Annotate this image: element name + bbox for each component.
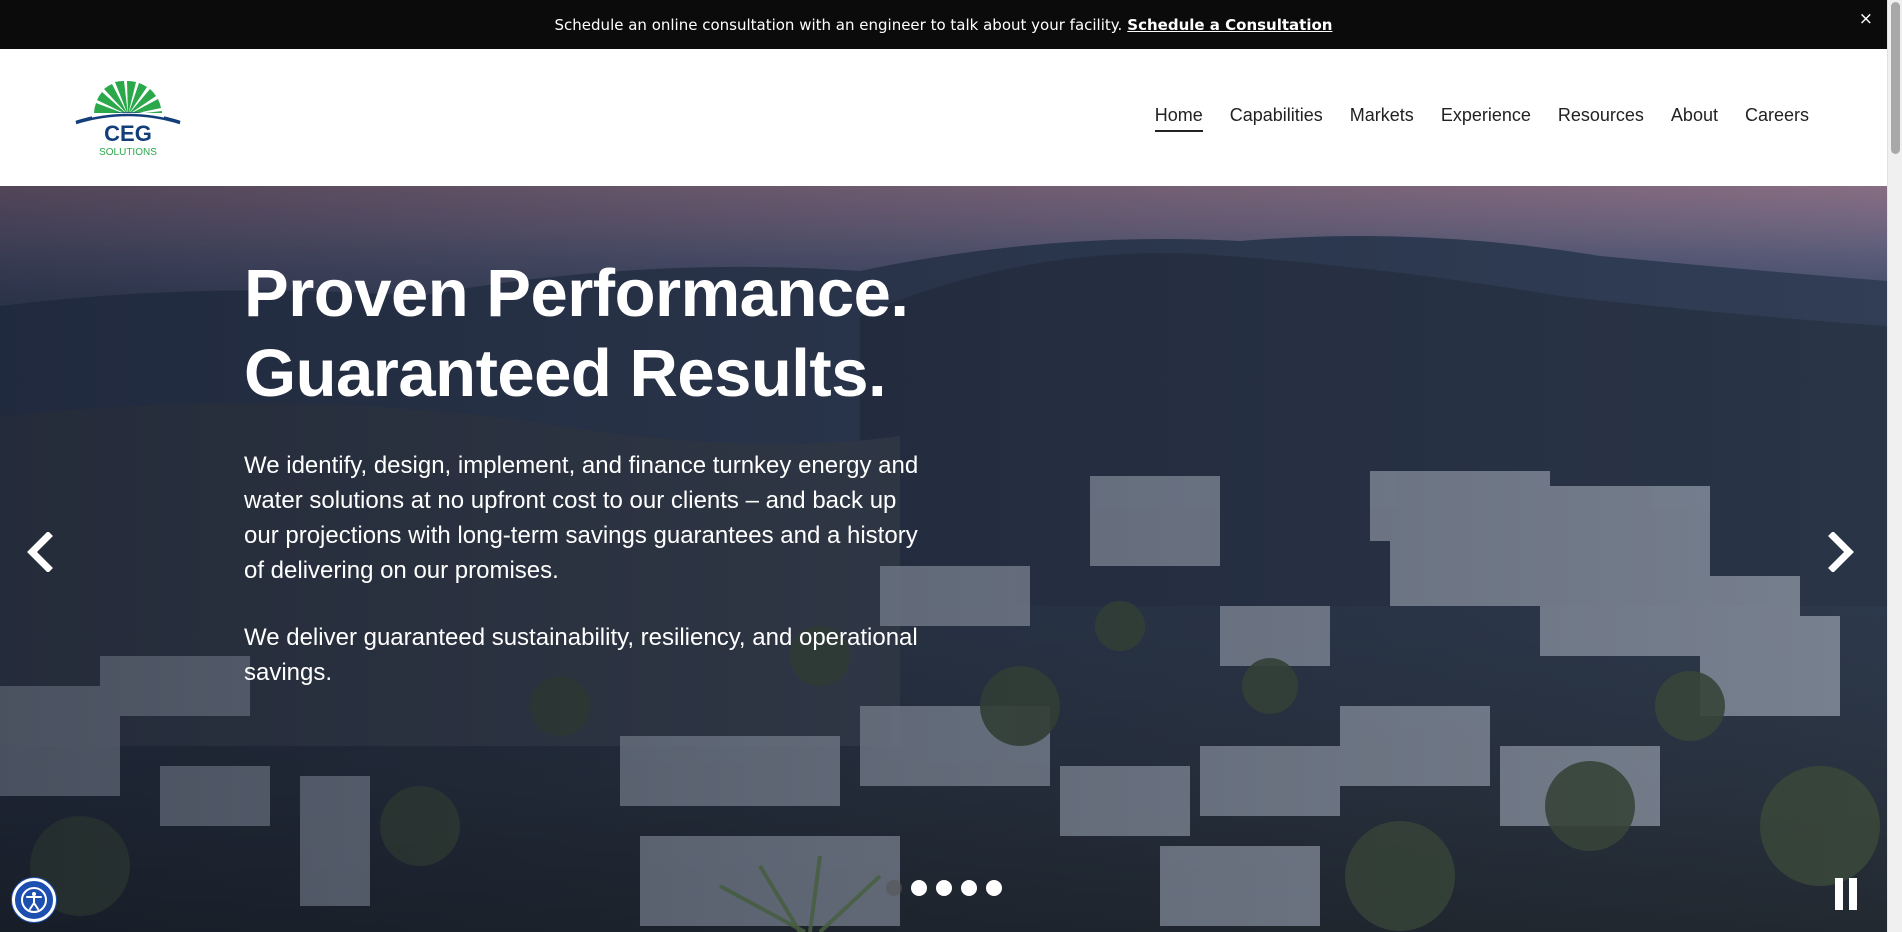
slide-dot-3[interactable] (936, 880, 952, 896)
nav-markets[interactable]: Markets (1350, 105, 1414, 132)
nav-capabilities[interactable]: Capabilities (1230, 105, 1323, 132)
close-announcement-button[interactable]: × (1859, 10, 1873, 28)
hero-title-line1: Proven Performance. (244, 256, 909, 331)
pause-icon[interactable] (1835, 878, 1859, 910)
page-scrollbar[interactable] (1887, 0, 1902, 932)
ceg-logo[interactable]: CEG SOLUTIONS (74, 73, 182, 159)
chevron-right-icon[interactable] (1827, 531, 1857, 573)
nav-home[interactable]: Home (1154, 105, 1203, 132)
hero-content: Proven Performance. Guaranteed Results. … (244, 254, 964, 690)
slider-dots (886, 880, 1002, 896)
slide-dot-2[interactable] (911, 880, 927, 896)
main-nav: Home Capabilities Markets Experience Res… (1128, 105, 1809, 132)
chevron-left-icon[interactable] (24, 531, 54, 573)
nav-experience[interactable]: Experience (1441, 105, 1531, 132)
hero-tagline: We deliver guaranteed sustainability, re… (244, 624, 918, 686)
hero-slider: Proven Performance. Guaranteed Results. … (0, 186, 1887, 932)
logo-subtext: SOLUTIONS (99, 147, 157, 158)
accessibility-icon[interactable] (12, 878, 56, 922)
logo-text: CEG (104, 121, 152, 146)
slide-dot-4[interactable] (961, 880, 977, 896)
announcement-bar: Schedule an online consultation with an … (0, 0, 1887, 49)
site-header: CEG SOLUTIONS Home Capabilities Markets … (0, 49, 1887, 186)
schedule-consultation-link[interactable]: Schedule a Consultation (1127, 16, 1332, 34)
nav-careers[interactable]: Careers (1745, 105, 1809, 132)
nav-resources[interactable]: Resources (1558, 105, 1644, 132)
slide-dot-1[interactable] (886, 880, 902, 896)
hero-title: Proven Performance. Guaranteed Results. (244, 254, 964, 414)
hero-title-line2: Guaranteed Results. (244, 336, 887, 411)
scrollbar-thumb[interactable] (1891, 2, 1900, 154)
hero-description: We identify, design, implement, and fina… (244, 452, 919, 584)
slide-dot-5[interactable] (986, 880, 1002, 896)
announcement-message: Schedule an online consultation with an … (554, 15, 1123, 34)
nav-about[interactable]: About (1671, 105, 1718, 132)
